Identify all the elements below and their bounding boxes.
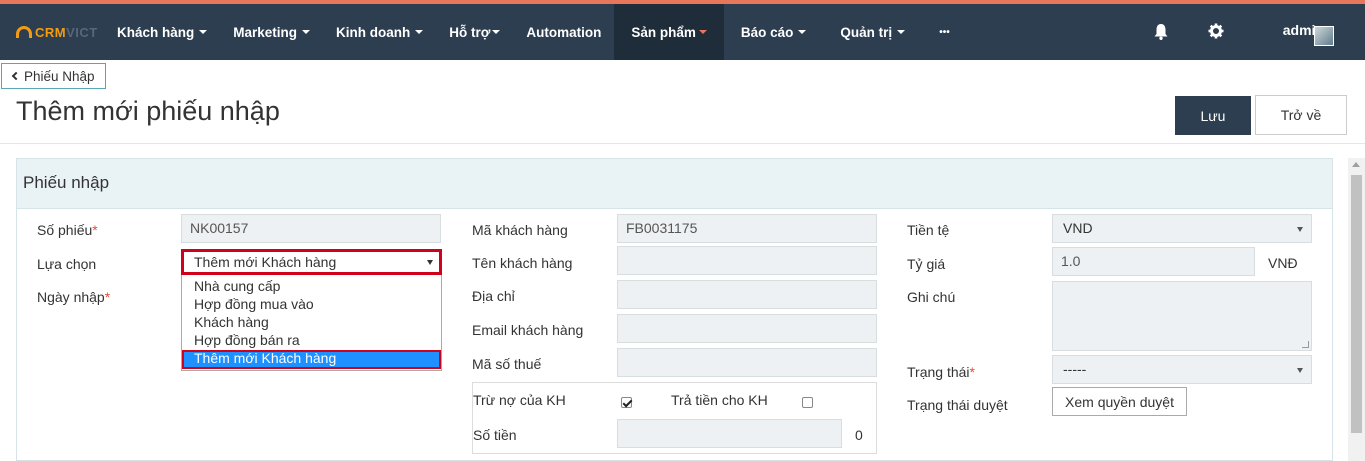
bell-icon[interactable] [1154, 24, 1168, 40]
logo-secondary: VICT [66, 24, 98, 40]
nav-item-ho-tro[interactable]: Hỗ trợ [436, 4, 513, 60]
option-khach-hang[interactable]: Khách hàng [182, 314, 441, 331]
so-phieu-input[interactable]: NK00157 [181, 214, 441, 243]
resize-grip-icon[interactable] [1302, 341, 1309, 348]
ty-gia-input[interactable]: 1.0 [1052, 247, 1255, 276]
lua-chon-select[interactable]: Thêm mới Khách hàng [181, 249, 442, 275]
ngay-nhap-label: Ngày nhập* [37, 289, 111, 305]
tru-no-label: Trừ nợ của KH [473, 392, 566, 408]
chevron-left-icon [11, 71, 21, 81]
trang-thai-duyet-label: Trạng thái duyệt [907, 397, 1008, 413]
page-title: Thêm mới phiếu nhập [16, 96, 280, 126]
ma-kh-label: Mã khách hàng [472, 222, 568, 238]
ghi-chu-label: Ghi chú [907, 289, 956, 305]
return-button[interactable]: Trở về [1255, 95, 1347, 135]
logo[interactable]: CRMVICT [16, 22, 98, 42]
ghi-chu-textarea[interactable] [1052, 281, 1312, 351]
trang-thai-select[interactable]: ----- [1052, 355, 1312, 384]
dropdown-arrow-icon [427, 260, 433, 265]
so-phieu-label: Số phiếu* [37, 222, 98, 238]
nav-item-bao-cao[interactable]: Báo cáo [724, 4, 824, 60]
email-input[interactable] [617, 314, 877, 343]
option-hop-dong-ban-ra[interactable]: Hợp đồng bán ra [182, 332, 441, 349]
lua-chon-label: Lựa chọn [37, 256, 97, 272]
ty-gia-label: Tỷ giá [907, 256, 946, 272]
so-tien-input[interactable] [617, 419, 842, 448]
caret-down-icon [199, 30, 208, 34]
scroll-thumb[interactable] [1351, 175, 1362, 433]
divider [0, 143, 1365, 144]
tien-te-label: Tiền tệ [907, 222, 950, 238]
panel-title: Phiếu nhập [23, 173, 110, 192]
scroll-up-icon[interactable] [1352, 162, 1360, 167]
mst-input[interactable] [617, 348, 877, 377]
nav-item-marketing[interactable]: Marketing [220, 4, 323, 60]
caret-down-icon [897, 30, 906, 34]
tra-tien-checkbox[interactable] [802, 397, 813, 408]
dropdown-arrow-icon [1297, 368, 1303, 373]
caret-down-icon [698, 30, 707, 34]
so-tien-label: Số tiền [473, 427, 517, 443]
logo-primary: CRM [35, 24, 67, 40]
nav-item-more[interactable]: ••• [922, 4, 967, 60]
xem-quyen-duyet-button[interactable]: Xem quyền duyệt [1052, 387, 1187, 416]
option-them-moi-khach-hang[interactable]: Thêm mới Khách hàng [182, 350, 441, 369]
nav-item-automation[interactable]: Automation [513, 4, 614, 60]
top-navbar: CRMVICT Khách hàng Marketing Kinh doanh … [0, 0, 1365, 60]
mst-label: Mã số thuế [472, 356, 542, 372]
email-label: Email khách hàng [472, 322, 584, 338]
caret-down-icon [302, 30, 311, 34]
option-nha-cung-cap[interactable]: Nhà cung cấp [182, 278, 441, 295]
option-hop-dong-mua-vao[interactable]: Hợp đồng mua vào [182, 296, 441, 313]
caret-down-icon [798, 30, 807, 34]
dia-chi-input[interactable] [617, 280, 877, 309]
back-to-list-button[interactable]: Phiếu Nhập [1, 63, 106, 89]
tra-tien-label: Trả tiền cho KH [671, 392, 768, 408]
ty-gia-unit: VNĐ [1268, 255, 1298, 271]
save-button[interactable]: Lưu [1175, 96, 1251, 135]
dropdown-arrow-icon [1297, 227, 1303, 232]
caret-down-icon [492, 30, 501, 34]
page-scrollbar[interactable] [1348, 158, 1365, 461]
nav-item-khach-hang[interactable]: Khách hàng [104, 4, 220, 60]
tru-no-checkbox[interactable] [621, 397, 632, 408]
main-nav: Khách hàng Marketing Kinh doanh Hỗ trợ A… [104, 4, 967, 60]
trang-thai-label: Trạng thái* [907, 364, 975, 380]
caret-down-icon [415, 30, 424, 34]
panel-header: Phiếu nhập [17, 159, 1332, 209]
ten-kh-input[interactable] [617, 246, 877, 275]
nav-item-san-pham[interactable]: Sản phẩm [614, 4, 724, 60]
avatar[interactable] [1314, 26, 1334, 46]
ten-kh-label: Tên khách hàng [472, 255, 573, 271]
tien-te-select[interactable]: VND [1052, 214, 1312, 243]
dia-chi-label: Địa chỉ [472, 288, 515, 304]
so-tien-value: 0 [855, 427, 863, 443]
logo-icon [16, 26, 32, 38]
ma-kh-input[interactable]: FB0031175 [617, 214, 877, 243]
lua-chon-options: Nhà cung cấp Hợp đồng mua vào Khách hàng… [181, 275, 442, 371]
nav-item-kinh-doanh[interactable]: Kinh doanh [323, 4, 436, 60]
nav-item-quan-tri[interactable]: Quản trị [823, 4, 922, 60]
gear-icon[interactable] [1208, 23, 1224, 39]
